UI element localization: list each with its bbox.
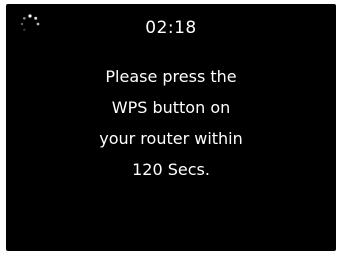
message-line: your router within	[99, 129, 243, 148]
wps-instruction-message: Please press the WPS button on your rout…	[6, 61, 336, 185]
message-line: Please press the	[105, 67, 237, 86]
message-line: WPS button on	[111, 98, 231, 117]
wps-screen: 02:18 Please press the WPS button on you…	[6, 4, 336, 251]
message-line: 120 Secs.	[132, 160, 210, 179]
countdown-timer: 02:18	[145, 18, 197, 38]
